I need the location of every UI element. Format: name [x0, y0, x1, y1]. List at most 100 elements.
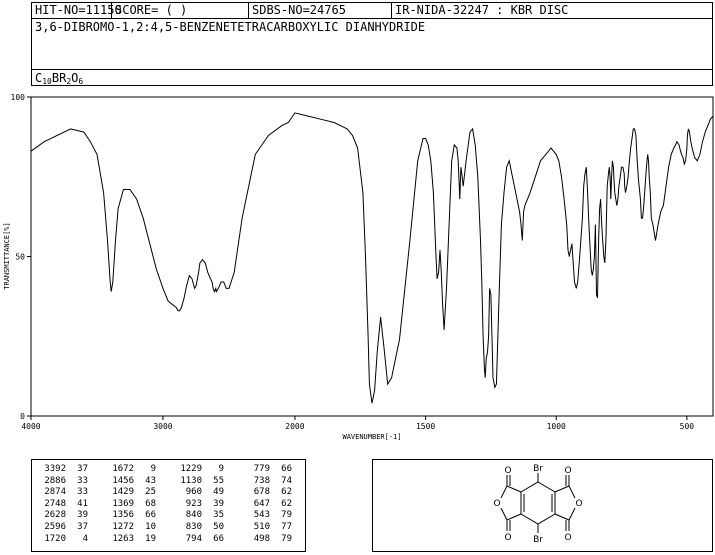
peak-wavenumber: 779	[253, 464, 270, 474]
plot-frame	[30, 96, 714, 417]
peak-row: 3392 37	[38, 464, 88, 476]
carbonyl-oxygen-label: O	[504, 466, 511, 476]
peak-transmittance: 68	[145, 498, 156, 509]
peak-wavenumber: 1369	[112, 498, 134, 509]
peak-wavenumber: 1429	[112, 487, 134, 498]
formula-part: 10	[42, 77, 52, 86]
peak-row: 779 66	[242, 464, 292, 476]
peak-transmittance: 39	[77, 510, 88, 521]
peak-table: 3392 37 2886 33 2874 33 2748 41 2628 39 2596 37 1720…	[31, 459, 306, 552]
peak-transmittance: 66	[145, 510, 156, 521]
x-tick-label: 500	[680, 422, 695, 431]
peak-transmittance: 9	[218, 464, 224, 474]
peak-wavenumber: 510	[253, 521, 270, 532]
peak-transmittance: 55	[213, 475, 224, 486]
peak-transmittance: 9	[150, 464, 156, 474]
peak-transmittance: 41	[77, 498, 88, 509]
peak-wavenumber: 830	[185, 521, 202, 532]
peak-wavenumber: 960	[185, 487, 202, 498]
peak-transmittance: 33	[77, 475, 88, 486]
peak-wavenumber: 1272	[112, 521, 134, 532]
peak-wavenumber: 2596	[44, 521, 66, 532]
peak-transmittance: 37	[77, 521, 88, 532]
header-row: HIT-NO=11150 SCORE= ( ) SDBS-NO=24765 IR…	[32, 3, 712, 19]
peak-row: 1272 10	[106, 522, 156, 534]
peak-row: 1456 43	[106, 476, 156, 488]
peak-row: 2596 37	[38, 522, 88, 534]
y-tick-label: 50	[15, 253, 25, 262]
peak-wavenumber: 1263	[112, 533, 134, 544]
x-tick-label: 1500	[416, 422, 435, 431]
hit-number: HIT-NO=11150	[35, 3, 122, 17]
peak-transmittance: 66	[281, 464, 292, 474]
x-tick-label: 1000	[547, 422, 566, 431]
peak-row: 1263 19	[106, 534, 156, 546]
peak-wavenumber: 3392	[44, 464, 66, 474]
score: SCORE= ( )	[115, 3, 188, 17]
peak-column: 3392 37 2886 33 2874 33 2748 41 2628 39 2596 37 1720…	[38, 464, 88, 545]
peak-transmittance: 4	[82, 533, 88, 544]
peak-row: 1720 4	[38, 534, 88, 546]
peak-transmittance: 37	[77, 464, 88, 474]
peak-transmittance: 74	[281, 475, 292, 486]
header-divider	[32, 69, 712, 70]
carbonyl-oxygen-label: O	[564, 533, 571, 543]
peak-column: 1672 9 1456 43 1429 25 1369 68 1356 66 1272 10 1263 1…	[106, 464, 156, 545]
peak-transmittance: 62	[281, 487, 292, 498]
peak-row: 1130 55	[174, 476, 224, 488]
ir-spectrum-chart: 4000 3000 2000 1500 1000 500 100500 WAVENUMBE…	[3, 93, 714, 441]
peak-row: 2628 39	[38, 510, 88, 522]
sdbs-number: SDBS-NO=24765	[252, 3, 346, 17]
carbonyl-oxygen-label: O	[504, 533, 511, 543]
peak-wavenumber: 794	[185, 533, 202, 544]
peak-row: 1369 68	[106, 499, 156, 511]
peak-column: 1229 9 1130 55 960 49 923 39 840 35 830 50 794 66	[174, 464, 224, 545]
x-tick-label: 4000	[21, 422, 40, 431]
peak-row: 960 49	[174, 487, 224, 499]
peak-row: 543 79	[242, 510, 292, 522]
peak-transmittance: 66	[213, 533, 224, 544]
peak-transmittance: 50	[213, 521, 224, 532]
peak-wavenumber: 2748	[44, 498, 66, 509]
benzene-ring	[520, 481, 556, 525]
peak-transmittance: 39	[213, 498, 224, 509]
peak-transmittance: 33	[77, 487, 88, 498]
compound-name: 3,6-DIBROMO-1,2:4,5-BENZENETETRACARBOXYL…	[35, 20, 426, 34]
peak-wavenumber: 2628	[44, 510, 66, 521]
peak-row: 738 74	[242, 476, 292, 488]
molecular-structure: Br Br O O O O O O	[493, 464, 582, 545]
peak-wavenumber: 1672	[112, 464, 134, 474]
peak-row: 1429 25	[106, 487, 156, 499]
spectrum-header: HIT-NO=11150 SCORE= ( ) SDBS-NO=24765 IR…	[31, 2, 713, 86]
peak-transmittance: 49	[213, 487, 224, 498]
peak-transmittance: 62	[281, 498, 292, 509]
peak-wavenumber: 647	[253, 498, 270, 509]
peak-row: 1672 9	[106, 464, 156, 476]
peak-wavenumber: 2874	[44, 487, 66, 498]
peak-transmittance: 79	[281, 510, 292, 521]
peak-transmittance: 35	[213, 510, 224, 521]
peak-wavenumber: 1456	[112, 475, 134, 486]
peak-wavenumber: 840	[185, 510, 202, 521]
peak-wavenumber: 1229	[180, 464, 202, 474]
structure-panel: Br Br O O O O O O	[372, 459, 713, 552]
peak-row: 647 62	[242, 499, 292, 511]
peak-column: 779 66 738 74 678 62 647 62 543 79 510 77 498 79	[242, 464, 292, 545]
ring-oxygen-label: O	[493, 499, 500, 509]
peak-wavenumber: 678	[253, 487, 270, 498]
y-axis-label: TRANSMITTANCE[%]	[3, 222, 11, 289]
peak-transmittance: 43	[145, 475, 156, 486]
peak-row: 2748 41	[38, 499, 88, 511]
peak-wavenumber: 738	[253, 475, 270, 486]
peak-wavenumber: 498	[253, 533, 270, 544]
peak-row: 923 39	[174, 499, 224, 511]
x-axis-label: WAVENUMBER[-1]	[342, 433, 401, 441]
y-tick-label: 100	[11, 93, 26, 102]
peak-row: 1229 9	[174, 464, 224, 476]
spectrum-line	[30, 112, 714, 404]
peak-row: 1356 66	[106, 510, 156, 522]
peak-row: 678 62	[242, 487, 292, 499]
peak-wavenumber: 2886	[44, 475, 66, 486]
bromine-label: Br	[533, 464, 543, 474]
ring-oxygen-label: O	[575, 499, 582, 509]
